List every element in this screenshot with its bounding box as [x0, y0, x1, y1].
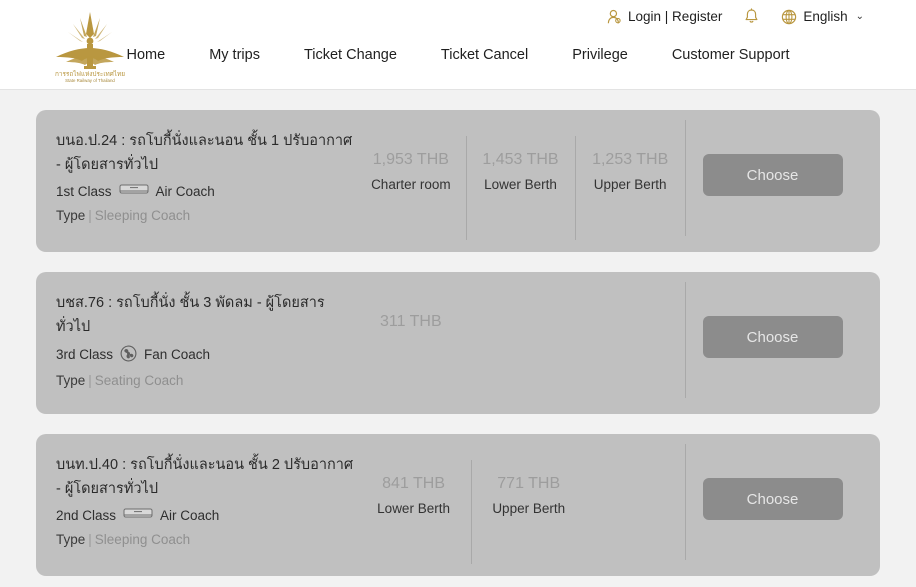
nav-item-privilege[interactable]: Privilege: [572, 47, 628, 63]
coach-class-row: 1st Class Air Coach: [56, 183, 356, 200]
user-icon: [607, 9, 622, 25]
coach-class-label: 3rd Class: [56, 347, 114, 363]
svg-text:State Railway of Thailand: State Railway of Thailand: [65, 78, 115, 83]
nav-item-ticket-change[interactable]: Ticket Change: [304, 47, 397, 63]
price-columns: 841 THB Lower Berth 771 THB Upper Berth: [356, 452, 685, 564]
choose-area: Choose: [685, 120, 860, 236]
coach-type-label: Air Coach: [160, 507, 220, 523]
price-column: 771 THB Upper Berth: [471, 460, 586, 564]
coach-card[interactable]: บนอ.ป.24 : รถโบกี้นั่งและนอน ชั้น 1 ปรับ…: [36, 110, 880, 252]
login-register-label: Login | Register: [628, 9, 723, 24]
type-value: Sleeping Coach: [94, 207, 191, 223]
nav-item-home[interactable]: Home: [127, 47, 166, 63]
price-amount: 1,953 THB: [372, 151, 449, 168]
coach-info: บชส.76 : รถโบกี้นั่ง ชั้น 3 พัดลม - ผู้โ…: [56, 290, 356, 396]
type-key: Type: [56, 372, 86, 388]
price-amount: 1,453 THB: [482, 151, 559, 168]
bell-icon: [744, 8, 759, 25]
coach-title: บชส.76 : รถโบกี้นั่ง ชั้น 3 พัดลม - ผู้โ…: [56, 295, 325, 335]
price-column: 1,253 THB Upper Berth: [575, 136, 685, 240]
type-value: Sleeping Coach: [94, 531, 191, 547]
price-column: 1,953 THB Charter room: [356, 148, 466, 234]
coach-type-label: Air Coach: [155, 183, 215, 199]
coach-card[interactable]: บชส.76 : รถโบกี้นั่ง ชั้น 3 พัดลม - ผู้โ…: [36, 272, 880, 414]
price-column: 841 THB Lower Berth: [356, 472, 471, 558]
site-header: การรถไฟแห่งประเทศไทย State Railway of Th…: [0, 0, 916, 90]
price-column: 1,453 THB Lower Berth: [465, 136, 576, 240]
srt-emblem-icon: การรถไฟแห่งประเทศไทย State Railway of Th…: [55, 12, 125, 83]
coach-type-row: Type | Seating Coach: [56, 373, 356, 388]
air-conditioner-icon: [123, 507, 153, 524]
login-register-link[interactable]: Login | Register: [607, 9, 722, 25]
coach-info: บนท.ป.40 : รถโบกี้นั่งและนอน ชั้น 2 ปรับ…: [56, 452, 356, 558]
coach-results-list: บนอ.ป.24 : รถโบกี้นั่งและนอน ชั้น 1 ปรับ…: [0, 90, 916, 576]
coach-type-row: Type | Sleeping Coach: [56, 208, 356, 223]
nav-item-my-trips[interactable]: My trips: [209, 47, 260, 63]
price-amount: 1,253 THB: [592, 151, 669, 168]
price-columns: 1,953 THB Charter room 1,453 THB Lower B…: [356, 128, 685, 240]
choose-area: Choose: [685, 282, 860, 398]
choose-button[interactable]: Choose: [702, 478, 843, 520]
coach-info: บนอ.ป.24 : รถโบกี้นั่งและนอน ชั้น 1 ปรับ…: [56, 128, 356, 234]
price-label: Charter room: [371, 177, 451, 192]
header-utility-bar: Login | Register English ⌄: [607, 8, 864, 25]
coach-type-row: Type | Sleeping Coach: [56, 532, 356, 547]
price-label: Lower Berth: [484, 177, 557, 192]
type-separator: |: [88, 372, 92, 388]
chevron-down-icon[interactable]: ⌄: [856, 11, 864, 22]
coach-type-label: Fan Coach: [144, 347, 211, 363]
language-label: English: [803, 9, 848, 24]
language-selector[interactable]: English ⌄: [781, 9, 864, 25]
price-label: Upper Berth: [593, 177, 667, 192]
coach-class-row: 2nd Class Air Coach: [56, 507, 356, 524]
type-separator: |: [88, 531, 92, 547]
coach-title: บนท.ป.40 : รถโบกี้นั่งและนอน ชั้น 2 ปรับ…: [56, 457, 354, 497]
fan-icon: [120, 345, 137, 365]
choose-button[interactable]: Choose: [702, 154, 843, 196]
price-amount: 771 THB: [497, 475, 561, 492]
globe-icon: [781, 9, 797, 25]
coach-card[interactable]: บนท.ป.40 : รถโบกี้นั่งและนอน ชั้น 2 ปรับ…: [36, 434, 880, 576]
type-key: Type: [56, 207, 86, 223]
price-label: Upper Berth: [492, 501, 566, 516]
price-amount: 841 THB: [382, 475, 445, 492]
main-navigation: Home My trips Ticket Change Ticket Cance…: [0, 47, 916, 63]
coach-class-label: 1st Class: [56, 183, 112, 199]
choose-area: Choose: [685, 444, 860, 560]
price-columns: 311 THB: [356, 290, 685, 396]
nav-item-ticket-cancel[interactable]: Ticket Cancel: [441, 47, 528, 63]
choose-button[interactable]: Choose: [702, 316, 843, 358]
type-value: Seating Coach: [94, 372, 184, 388]
price-column: 311 THB: [356, 310, 466, 396]
type-key: Type: [56, 531, 86, 547]
nav-item-customer-support[interactable]: Customer Support: [672, 47, 790, 63]
state-railway-of-thailand-logo[interactable]: การรถไฟแห่งประเทศไทย State Railway of Th…: [42, 6, 138, 86]
coach-title: บนอ.ป.24 : รถโบกี้นั่งและนอน ชั้น 1 ปรับ…: [56, 133, 353, 173]
coach-class-row: 3rd Class Fan Coach: [56, 345, 356, 365]
price-label: Lower Berth: [377, 501, 450, 516]
price-amount: 311 THB: [379, 313, 442, 330]
coach-class-label: 2nd Class: [56, 507, 117, 523]
svg-text:การรถไฟแห่งประเทศไทย: การรถไฟแห่งประเทศไทย: [55, 70, 125, 78]
air-conditioner-icon: [119, 183, 149, 200]
notifications-button[interactable]: [744, 8, 759, 25]
type-separator: |: [88, 207, 92, 223]
